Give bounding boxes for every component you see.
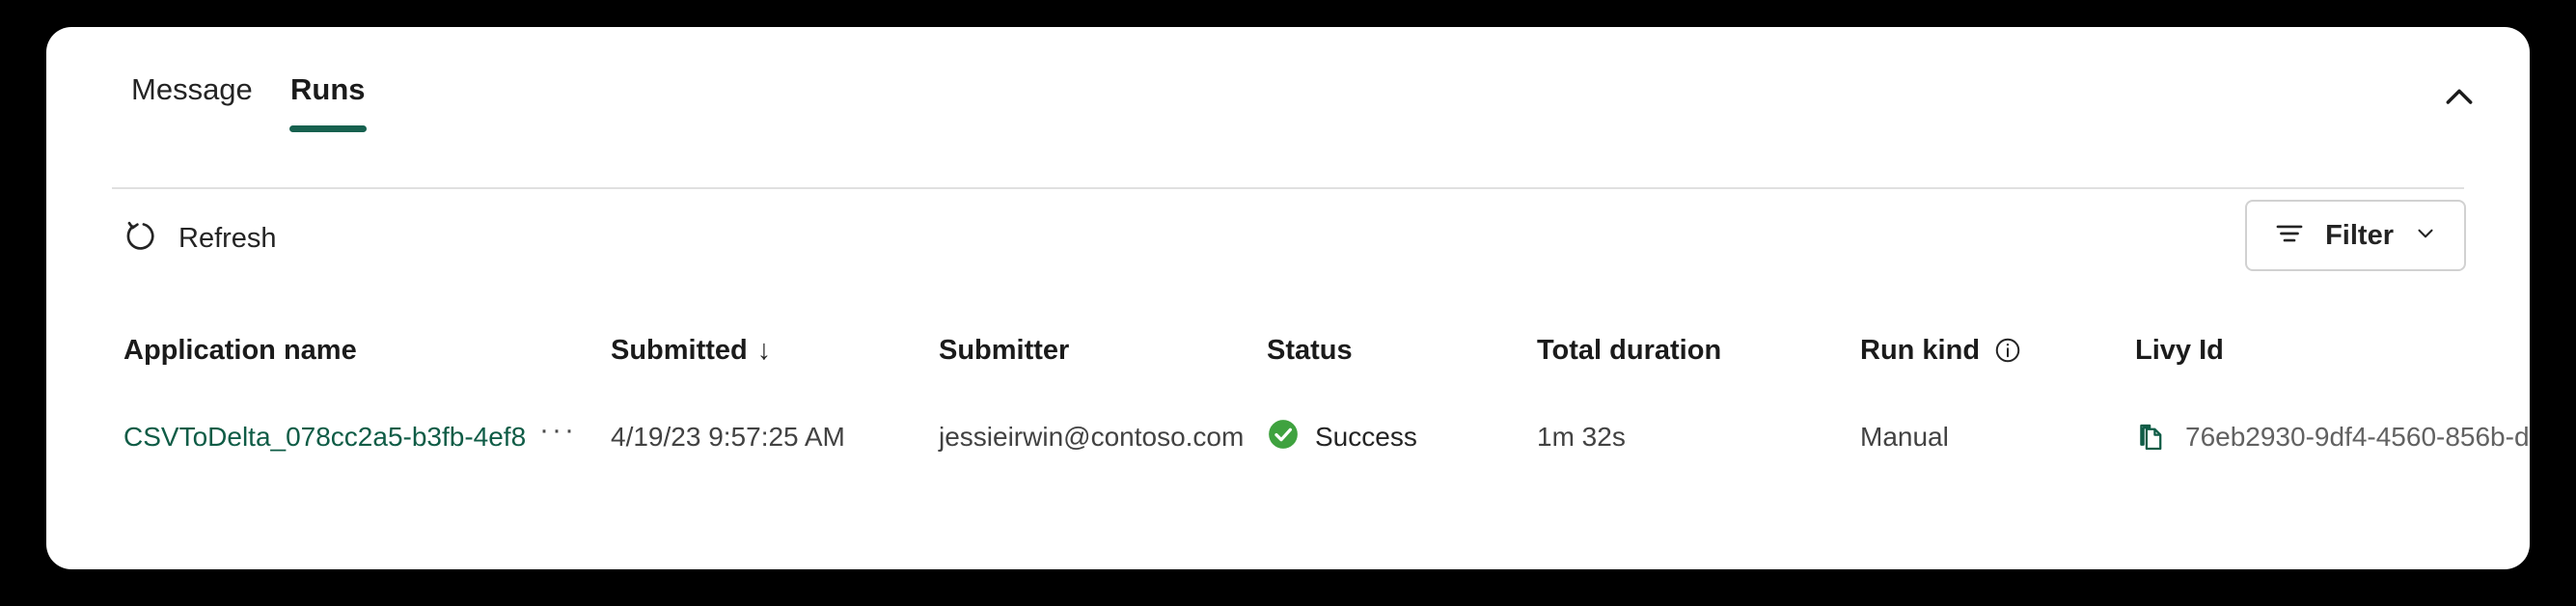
- status-label: Success: [1315, 422, 1417, 452]
- column-header-livy-id[interactable]: Livy Id: [2135, 307, 2521, 394]
- column-header-label: Status: [1267, 334, 1353, 366]
- refresh-label: Refresh: [178, 222, 277, 254]
- column-header-run-kind[interactable]: Run kind: [1860, 307, 2121, 394]
- table-row[interactable]: CSVToDelta_078cc2a5-b3fb-4ef8-804d- ··· …: [46, 394, 2530, 481]
- column-header-submitted[interactable]: Submitted ↓: [611, 307, 910, 394]
- cell-application-name: CSVToDelta_078cc2a5-b3fb-4ef8-804d- ···: [123, 394, 577, 481]
- chevron-down-icon: [2413, 221, 2438, 251]
- table-header-row: Application name Submitted ↓ Submitter S…: [46, 307, 2530, 394]
- cell-run-kind: Manual: [1860, 422, 1949, 452]
- column-header-submitter[interactable]: Submitter: [939, 307, 1247, 394]
- column-header-label: Application name: [123, 334, 357, 366]
- tab-strip: Message Runs: [46, 27, 2530, 161]
- livy-id-label: 76eb2930-9df4-4560-856b-d2cad..: [2185, 422, 2530, 452]
- info-icon[interactable]: [1993, 336, 2022, 365]
- command-bar: Refresh Filter: [46, 188, 2530, 294]
- runs-panel-card: Message Runs Refresh Filter Application …: [46, 27, 2530, 569]
- screenshot-frame: Message Runs Refresh Filter Application …: [0, 0, 2576, 606]
- success-check-icon: [1267, 418, 1300, 457]
- column-header-label: Submitter: [939, 334, 1070, 366]
- column-header-label: Livy Id: [2135, 334, 2224, 366]
- cell-submitted: 4/19/23 9:57:25 AM: [611, 422, 845, 452]
- tab-selected-indicator: [289, 125, 367, 132]
- chevron-up-icon: [2440, 78, 2479, 117]
- copy-icon[interactable]: [2135, 421, 2168, 454]
- column-header-application-name[interactable]: Application name: [123, 307, 577, 394]
- column-header-label: Total duration: [1537, 334, 1722, 366]
- cell-status: Success: [1267, 394, 1518, 481]
- runs-table: Application name Submitted ↓ Submitter S…: [46, 307, 2530, 481]
- cell-livy-id: 76eb2930-9df4-4560-856b-d2cad..: [2135, 394, 2530, 481]
- cell-total-duration: 1m 32s: [1537, 422, 1626, 452]
- filter-button[interactable]: Filter: [2245, 200, 2466, 271]
- collapse-panel-button[interactable]: [2429, 68, 2489, 127]
- row-more-actions-button[interactable]: ···: [539, 416, 577, 449]
- filter-icon: [2273, 217, 2306, 255]
- tab-runs[interactable]: Runs: [283, 71, 373, 108]
- sort-descending-icon: ↓: [756, 334, 772, 366]
- column-header-total-duration[interactable]: Total duration: [1537, 307, 1846, 394]
- column-header-label: Submitted: [611, 334, 748, 366]
- refresh-button[interactable]: Refresh: [110, 207, 290, 269]
- cell-submitter: jessieirwin@contoso.com: [939, 422, 1245, 452]
- application-name-link[interactable]: CSVToDelta_078cc2a5-b3fb-4ef8-804d-: [123, 422, 526, 453]
- refresh-icon: [123, 218, 160, 260]
- column-header-label: Run kind: [1860, 334, 1981, 366]
- filter-label: Filter: [2325, 219, 2394, 251]
- tab-message[interactable]: Message: [123, 71, 260, 108]
- column-header-status[interactable]: Status: [1267, 307, 1518, 394]
